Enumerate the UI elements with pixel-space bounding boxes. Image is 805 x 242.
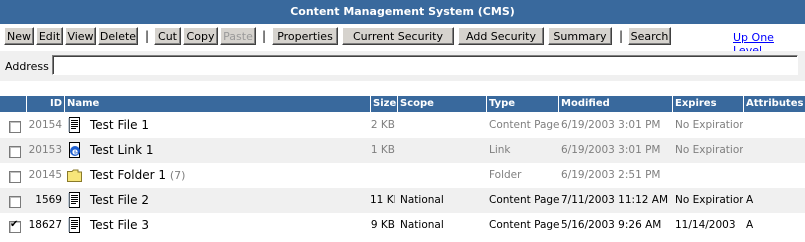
document-icon	[67, 217, 82, 233]
row-name-label[interactable]: Test Link 1	[90, 143, 153, 157]
column-header-expires[interactable]: Expires	[672, 96, 743, 112]
table-row[interactable]: 20145 Test Folder 1 (7) Folder 6/19/2003 2:…	[0, 163, 805, 189]
row-scope: National	[400, 194, 444, 206]
row-expires	[675, 163, 743, 189]
row-id: 20145	[28, 169, 62, 181]
edit-button[interactable]: Edit	[36, 27, 63, 45]
table-row[interactable]: 20154 Test File 1 2 KB Content Page 6/19/20…	[0, 113, 805, 139]
current-security-button[interactable]: Current Security	[342, 27, 454, 45]
row-size: 1 KB	[370, 144, 395, 156]
row-expires: No Expiration	[675, 194, 743, 206]
row-modified: 6/19/2003 2:51 PM	[561, 169, 661, 181]
row-name[interactable]: Test File 2	[90, 188, 149, 214]
search-button[interactable]: Search	[628, 27, 671, 45]
row-size: 11 KB	[370, 194, 395, 206]
row-id: 20154	[28, 119, 62, 131]
delete-button[interactable]: Delete	[98, 27, 138, 45]
row-modified: 7/11/2003 11:12 AM	[561, 194, 669, 206]
column-header-type[interactable]: Type	[486, 96, 558, 112]
document-icon	[67, 117, 82, 133]
summary-button[interactable]: Summary	[548, 27, 612, 45]
column-header-name[interactable]: Name	[64, 96, 370, 112]
toolbar-separator: |	[619, 29, 624, 43]
column-header-attributes[interactable]: Attributes	[743, 96, 805, 112]
row-attributes: A	[746, 194, 754, 206]
svg-text:e: e	[72, 148, 78, 158]
row-item-count: (7)	[169, 169, 186, 182]
column-header-modified[interactable]: Modified	[558, 96, 672, 112]
row-type: Content Page	[489, 219, 559, 231]
row-type: Content Page	[489, 194, 559, 206]
row-name-label[interactable]: Test File 3	[90, 218, 149, 232]
toolbar-separator: |	[145, 29, 150, 43]
row-attributes	[746, 138, 803, 164]
row-id: 18627	[28, 219, 62, 231]
address-label: Address	[5, 60, 49, 73]
row-name[interactable]: Test File 3	[90, 213, 149, 239]
row-modified: 5/16/2003 9:26 AM	[561, 219, 662, 231]
row-type: Folder	[489, 169, 522, 181]
row-name-label[interactable]: Test Folder 1	[90, 168, 166, 182]
row-expires: 11/14/2003	[675, 219, 736, 231]
link-icon: e	[67, 142, 82, 158]
toolbar-separator: |	[262, 29, 267, 43]
column-header-scope[interactable]: Scope	[397, 96, 486, 112]
cut-button[interactable]: Cut	[154, 27, 181, 45]
row-checkbox[interactable]	[9, 196, 21, 208]
paste-button[interactable]: Paste	[220, 27, 256, 45]
row-attributes	[746, 113, 803, 139]
row-checkbox[interactable]	[9, 121, 21, 133]
row-scope	[400, 163, 485, 189]
row-scope	[400, 113, 485, 139]
row-size: 2 KB	[370, 119, 395, 131]
row-name-label[interactable]: Test File 2	[90, 193, 149, 207]
address-input[interactable]	[52, 55, 798, 75]
row-checkbox[interactable]	[9, 146, 21, 158]
row-id: 1569	[35, 194, 62, 206]
toolbar: New Edit View Delete | Cut Copy Paste | …	[0, 24, 805, 57]
window-title: Content Management System (CMS)	[0, 0, 805, 24]
document-icon	[67, 192, 82, 208]
column-header-select	[0, 96, 26, 112]
row-modified: 6/19/2003 3:01 PM	[561, 119, 661, 131]
row-scope: National	[400, 219, 444, 231]
row-expires: No Expiration	[675, 119, 743, 131]
row-name[interactable]: Test Link 1	[90, 138, 153, 164]
folder-icon	[67, 167, 82, 183]
row-type: Link	[489, 144, 511, 156]
row-attributes: A	[746, 219, 754, 231]
row-scope	[400, 138, 485, 164]
row-type: Content Page	[489, 119, 559, 131]
row-checkbox[interactable]	[9, 171, 21, 183]
address-bar: Address	[0, 51, 805, 81]
view-button[interactable]: View	[65, 27, 96, 45]
row-checkbox[interactable]	[9, 219, 21, 233]
row-attributes	[746, 163, 803, 189]
table-row[interactable]: 18627 Test File 3 9 KB National Content Pag…	[0, 213, 805, 239]
row-size	[370, 163, 395, 189]
row-modified: 6/19/2003 3:01 PM	[561, 144, 661, 156]
copy-button[interactable]: Copy	[183, 27, 218, 45]
row-expires: No Expiration	[675, 144, 743, 156]
row-id: 20153	[28, 144, 62, 156]
add-security-button[interactable]: Add Security	[458, 27, 544, 45]
row-name-label[interactable]: Test File 1	[90, 118, 149, 132]
table-row[interactable]: 1569 Test File 2 11 KB National Content Pag…	[0, 188, 805, 214]
row-size: 9 KB	[370, 219, 395, 231]
new-button[interactable]: New	[4, 27, 34, 45]
column-header-row: ID Name Size Scope Type Modified Expires…	[0, 96, 805, 112]
column-header-id[interactable]: ID	[26, 96, 64, 112]
row-name[interactable]: Test Folder 1 (7)	[90, 163, 185, 189]
properties-button[interactable]: Properties	[272, 27, 338, 45]
row-name[interactable]: Test File 1	[90, 113, 149, 139]
table-row[interactable]: 20153 e Test Link 1 1 KB Link 6/19/2003 3:01…	[0, 138, 805, 164]
column-header-size[interactable]: Size	[370, 96, 397, 112]
